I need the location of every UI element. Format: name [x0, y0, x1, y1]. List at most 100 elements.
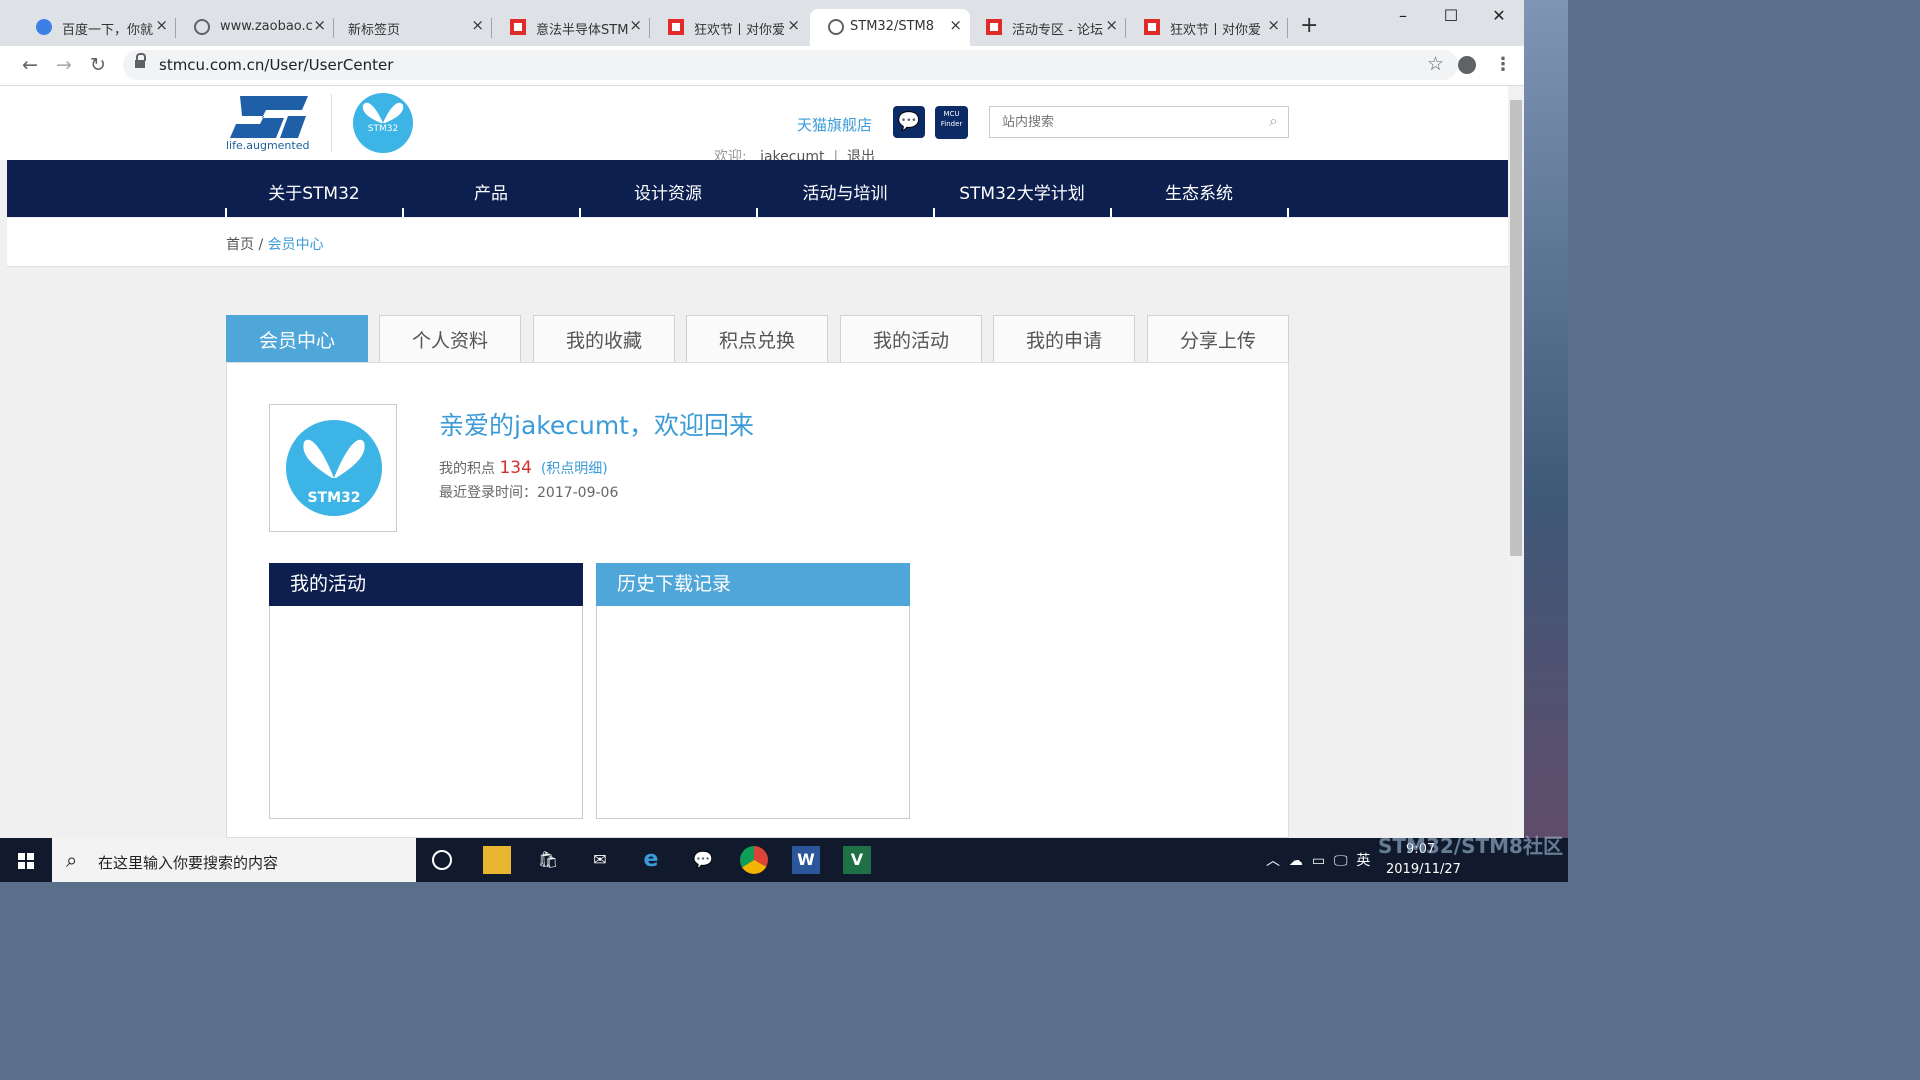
points-row: 我的积点 134 (积点明细) — [439, 458, 608, 478]
chevron-up-icon[interactable]: ︿ — [1266, 853, 1280, 869]
menu-icon[interactable]: ⋮ — [1494, 54, 1512, 75]
taskbar-search[interactable]: ⌕ 在这里输入你要搜索的内容 — [52, 838, 416, 882]
tab-favorites[interactable]: 我的收藏 — [533, 315, 675, 362]
st-tagline: life.augmented — [226, 139, 310, 152]
globe-icon — [828, 19, 844, 35]
tab-share-upload[interactable]: 分享上传 — [1147, 315, 1289, 362]
nav-university-program[interactable]: STM32大学计划 — [934, 160, 1110, 217]
site-header: life.augmented STM32 天猫旗舰店 💬 MCUFinder ⌕… — [0, 86, 1508, 165]
tab-title: 狂欢节丨对你爱 — [694, 23, 786, 38]
forward-icon[interactable]: → — [56, 54, 72, 76]
browser-tab[interactable]: 狂欢节丨对你爱 × — [1126, 9, 1288, 46]
address-bar: ← → ↻ stmcu.com.cn/User/UserCenter ☆ ⋮ — [0, 46, 1524, 86]
last-login-row: 最近登录时间：2017-09-06 — [439, 482, 618, 502]
points-details-link[interactable]: (积点明细) — [541, 461, 608, 477]
close-window-icon[interactable]: ✕ — [1476, 6, 1522, 25]
tab-title: 活动专区 - 论坛 — [1012, 23, 1103, 38]
last-login-value: 2017-09-06 — [537, 485, 619, 501]
browser-window: 百度一下，你就 × www.zaobao.c × 新标签页 × 意法半导体STM… — [0, 0, 1524, 838]
avatar-frame: STM32 — [269, 404, 397, 532]
lock-icon[interactable] — [135, 53, 146, 70]
vim-icon[interactable]: V — [843, 846, 871, 874]
ime-indicator[interactable]: 英 — [1356, 853, 1370, 869]
tab-profile[interactable]: 个人资料 — [379, 315, 521, 362]
browser-tab[interactable]: 百度一下，你就 × — [18, 9, 176, 46]
word-icon[interactable]: W — [792, 846, 820, 874]
close-tab-icon[interactable]: × — [155, 16, 168, 34]
red-square-icon — [986, 19, 1002, 35]
clock-date[interactable]: 2019/11/27 — [1386, 862, 1461, 877]
new-tab-icon[interactable]: + — [1300, 13, 1318, 38]
close-tab-icon[interactable]: × — [949, 16, 962, 34]
desktop-background — [1524, 0, 1568, 838]
bookmark-star-icon[interactable]: ☆ — [1427, 53, 1444, 75]
wechat-icon[interactable]: 💬 — [689, 846, 717, 874]
browser-tab[interactable]: 狂欢节丨对你爱 × — [650, 9, 808, 46]
close-tab-icon[interactable]: × — [1105, 16, 1118, 34]
red-square-icon — [668, 19, 684, 35]
breadcrumb-home[interactable]: 首页 — [226, 237, 254, 253]
avatar-text: STM32 — [307, 490, 361, 506]
main-nav: 关于STM32 产品 设计资源 活动与培训 STM32大学计划 生态系统 — [7, 160, 1508, 217]
close-tab-icon[interactable]: × — [629, 16, 642, 34]
red-square-icon — [1144, 19, 1160, 35]
chrome-icon[interactable] — [740, 846, 768, 874]
breadcrumb: 首页 / 会员中心 — [226, 237, 324, 253]
breadcrumb-current[interactable]: 会员中心 — [268, 237, 324, 253]
back-icon[interactable]: ← — [22, 54, 38, 76]
butterfly-icon — [303, 439, 365, 478]
stm32-logo[interactable]: STM32 — [353, 93, 413, 153]
watermark: STM32/STM8社区 — [1378, 834, 1563, 858]
tab-title: 狂欢节丨对你爱 — [1170, 23, 1262, 38]
browser-tab[interactable]: 活动专区 - 论坛 × — [968, 9, 1126, 46]
tab-my-activities[interactable]: 我的活动 — [840, 315, 982, 362]
cortana-icon[interactable] — [432, 850, 452, 870]
tab-title: 新标签页 — [348, 23, 401, 38]
avatar[interactable]: STM32 — [286, 420, 382, 516]
nav-ecosystem[interactable]: 生态系统 — [1111, 160, 1287, 217]
internet-explorer-icon[interactable]: e — [637, 846, 665, 874]
reload-icon[interactable]: ↻ — [90, 54, 106, 76]
mail-icon[interactable]: ✉ — [586, 846, 614, 874]
nav-products[interactable]: 产品 — [403, 160, 579, 217]
browser-tab[interactable]: 新标签页 × — [334, 9, 492, 46]
tab-title: 百度一下，你就 — [62, 23, 154, 38]
network-icon[interactable]: 🖵 — [1334, 853, 1348, 869]
omnibox[interactable]: stmcu.com.cn/User/UserCenter ☆ — [123, 50, 1458, 80]
mcu-finder-icon[interactable]: MCU Finder — [935, 106, 968, 139]
profile-icon[interactable] — [1458, 56, 1476, 74]
nav-events-training[interactable]: 活动与培训 — [757, 160, 933, 217]
browser-tab-active[interactable]: STM32/STM8 × — [810, 9, 970, 46]
tmall-store-link[interactable]: 天猫旗舰店 — [797, 114, 872, 135]
taskbar-search-placeholder: 在这里输入你要搜索的内容 — [98, 854, 279, 872]
url-text[interactable]: stmcu.com.cn/User/UserCenter — [159, 56, 393, 74]
system-tray: ︿ ☁ ▭ 🖵 英 — [1266, 850, 1370, 870]
file-explorer-icon[interactable] — [483, 846, 511, 874]
site-search-input[interactable] — [1000, 114, 1254, 131]
points-label: 我的积点 — [439, 461, 495, 477]
maximize-icon[interactable]: ☐ — [1428, 6, 1474, 25]
close-tab-icon[interactable]: × — [313, 16, 326, 34]
nav-design-resources[interactable]: 设计资源 — [580, 160, 756, 217]
close-tab-icon[interactable]: × — [1267, 16, 1280, 34]
cloud-icon[interactable]: ☁ — [1289, 853, 1303, 869]
tab-my-applications[interactable]: 我的申请 — [993, 315, 1135, 362]
wechat-icon[interactable]: 💬 — [893, 106, 925, 138]
close-tab-icon[interactable]: × — [471, 16, 484, 34]
browser-tab[interactable]: 意法半导体STM × — [492, 9, 650, 46]
site-search: ⌕ — [989, 106, 1289, 138]
tab-points-exchange[interactable]: 积点兑换 — [686, 315, 828, 362]
close-tab-icon[interactable]: × — [787, 16, 800, 34]
points-value: 134 — [499, 458, 532, 478]
search-icon[interactable]: ⌕ — [1269, 111, 1278, 131]
minimize-icon[interactable]: – — [1380, 6, 1426, 25]
search-icon: ⌕ — [66, 848, 78, 872]
battery-icon[interactable]: ▭ — [1312, 853, 1325, 869]
store-icon[interactable]: 🛍 — [534, 846, 562, 874]
windows-start-icon[interactable] — [18, 853, 34, 869]
tab-member-center[interactable]: 会员中心 — [226, 315, 368, 362]
globe-icon — [194, 19, 210, 35]
nav-about-stm32[interactable]: 关于STM32 — [226, 160, 402, 217]
browser-tab[interactable]: www.zaobao.c × — [176, 9, 334, 46]
scrollbar-thumb[interactable] — [1510, 100, 1522, 556]
